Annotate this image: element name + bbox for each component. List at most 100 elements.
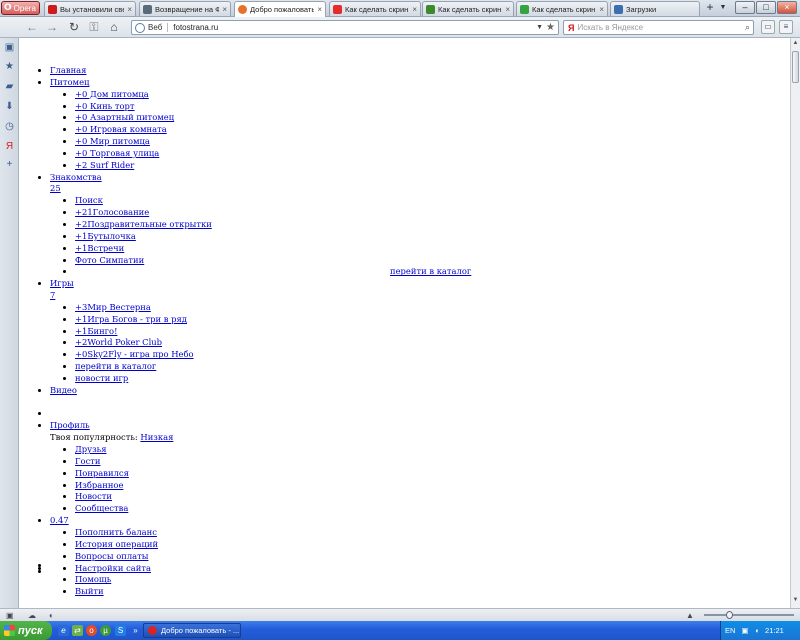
menu-link-video[interactable]: Видео bbox=[50, 385, 77, 395]
pet-link[interactable]: +0 Мир питомца bbox=[75, 136, 150, 146]
chevron-down-icon[interactable]: ▼ bbox=[536, 24, 543, 31]
quick-launch-more-icon[interactable]: » bbox=[130, 625, 141, 636]
balance-link[interactable]: История операций bbox=[75, 539, 158, 549]
tab-close-icon[interactable]: × bbox=[222, 5, 227, 14]
address-url[interactable]: fotostrana.ru bbox=[173, 23, 536, 32]
tab-6[interactable]: Как сделать скрин... × bbox=[516, 1, 608, 16]
pet-link[interactable]: +2 Surf Rider bbox=[75, 160, 134, 170]
search-icon[interactable]: ⌕ bbox=[745, 22, 750, 33]
search-field[interactable]: Я Искать в Яндексе ⌕ bbox=[563, 20, 754, 35]
profile-link[interactable]: Новости bbox=[75, 491, 112, 501]
address-field[interactable]: Веб fotostrana.ru ▼ ★ bbox=[131, 20, 559, 35]
tray-monitor-icon[interactable]: ▣ bbox=[741, 626, 748, 635]
logout-link[interactable]: Выйти bbox=[75, 586, 104, 596]
help-link[interactable]: Помощь bbox=[75, 574, 111, 584]
games-news-link[interactable]: новости игр bbox=[75, 373, 128, 383]
zoom-slider[interactable] bbox=[704, 611, 794, 619]
games-catalog-link[interactable]: перейти в каталог bbox=[75, 361, 156, 371]
menu-link-profile[interactable]: Профиль bbox=[50, 420, 90, 430]
tab-5[interactable]: Как сделать скрин... × bbox=[422, 1, 514, 16]
tab-close-icon[interactable]: × bbox=[505, 5, 510, 14]
dating-link[interactable]: Поиск bbox=[75, 195, 103, 205]
opera-icon[interactable]: o bbox=[86, 625, 97, 636]
bookmarks-star-icon[interactable]: ★ bbox=[4, 61, 15, 72]
opera-menu-button[interactable]: O Opera bbox=[1, 1, 40, 15]
add-panel-icon[interactable]: + bbox=[4, 159, 15, 170]
game-link[interactable]: +1Бинго! bbox=[75, 326, 117, 336]
menu-link-games[interactable]: Игры bbox=[50, 278, 74, 288]
dating-link[interactable]: +2Поздравительные открытки bbox=[75, 219, 212, 229]
tab-4[interactable]: Как сделать скрин... × bbox=[329, 1, 421, 16]
tab-7[interactable]: Загрузки bbox=[610, 1, 700, 16]
bookmark-star-icon[interactable]: ★ bbox=[546, 22, 555, 33]
start-button[interactable]: пуск bbox=[0, 621, 52, 640]
pet-link[interactable]: +0 Азартный питомец bbox=[75, 112, 174, 122]
minimize-button[interactable]: – bbox=[735, 1, 755, 14]
game-link[interactable]: +1Игра Богов - три в ряд bbox=[75, 314, 187, 324]
close-window-button[interactable]: × bbox=[777, 1, 797, 14]
tab-1[interactable]: Вы установили све... × bbox=[44, 1, 136, 16]
reload-icon[interactable]: ↻ bbox=[66, 20, 82, 35]
balance-link[interactable]: Пополнить баланс bbox=[75, 527, 157, 537]
history-clock-icon[interactable]: ◷ bbox=[4, 121, 15, 132]
panel-toggle-icon[interactable]: ▣ bbox=[6, 610, 14, 621]
yandex-icon[interactable]: Я bbox=[568, 23, 574, 33]
game-link[interactable]: +3Мир Вестерна bbox=[75, 302, 151, 312]
scroll-down-arrow-icon[interactable]: ▼ bbox=[791, 597, 800, 606]
speed-dial-icon[interactable]: ≡ bbox=[779, 20, 793, 34]
menu-link-home[interactable]: Главная bbox=[50, 65, 86, 75]
back-arrow-icon[interactable]: ← bbox=[24, 20, 40, 35]
cloud-icon[interactable]: ☁ bbox=[28, 610, 36, 621]
turbo-icon[interactable]: ◐ bbox=[49, 610, 54, 621]
yandex-icon[interactable]: Я bbox=[4, 141, 15, 152]
popularity-value-link[interactable]: Низкая bbox=[140, 432, 173, 442]
profile-link[interactable]: Сообщества bbox=[75, 503, 128, 513]
dating-count[interactable]: 25 bbox=[50, 183, 61, 193]
dating-link[interactable]: +1Встречи bbox=[75, 243, 124, 253]
page-icon[interactable]: ▭ bbox=[761, 20, 775, 34]
dating-link[interactable]: Фото Симпатии bbox=[75, 255, 144, 265]
games-count[interactable]: 7 bbox=[50, 290, 55, 300]
game-link[interactable]: +0Sky2Fly - игра про Небо bbox=[75, 349, 194, 359]
utorrent-icon[interactable]: µ bbox=[100, 625, 111, 636]
dating-catalog-link[interactable]: перейти в каталог bbox=[390, 266, 471, 278]
tab-3-active[interactable]: Добро пожаловать × bbox=[234, 1, 326, 17]
key-icon[interactable]: ⚿ bbox=[86, 20, 102, 35]
profile-link[interactable]: Понравился bbox=[75, 468, 129, 478]
menu-link-balance[interactable]: 0.47 bbox=[50, 515, 69, 525]
home-icon[interactable]: ⌂ bbox=[106, 20, 122, 35]
dating-link[interactable]: +21Голосование bbox=[75, 207, 149, 217]
profile-link[interactable]: Избранное bbox=[75, 480, 123, 490]
pet-link[interactable]: +0 Торговая улица bbox=[75, 148, 159, 158]
tab-close-icon[interactable]: × bbox=[127, 5, 132, 14]
pet-link[interactable]: +0 Кинь торт bbox=[75, 101, 135, 111]
notes-icon[interactable]: ▰ bbox=[4, 81, 15, 92]
tab-close-icon[interactable]: × bbox=[317, 5, 322, 14]
zoom-slider-knob[interactable] bbox=[726, 611, 733, 619]
panel-toggle-icon[interactable]: ▣ bbox=[4, 42, 15, 53]
new-tab-button[interactable]: + bbox=[703, 1, 717, 15]
language-indicator[interactable]: EN bbox=[725, 626, 735, 635]
skype-icon[interactable]: S bbox=[115, 625, 126, 636]
quick-launch-icon[interactable]: ⇄ bbox=[72, 625, 83, 636]
tray-volume-icon[interactable]: ◖ bbox=[755, 626, 760, 635]
maximize-button[interactable]: □ bbox=[756, 1, 776, 14]
menu-link-dating[interactable]: Знакомства bbox=[50, 172, 102, 182]
taskbar-window-button[interactable]: Добро пожаловать - ... bbox=[143, 623, 241, 638]
tab-2[interactable]: Возвращение на Ф... × bbox=[139, 1, 231, 16]
vertical-scrollbar[interactable]: ▲ ▼ bbox=[790, 38, 800, 608]
settings-link[interactable]: Настройки сайта bbox=[75, 563, 151, 573]
tab-close-icon[interactable]: × bbox=[412, 5, 417, 14]
ie-icon[interactable]: e bbox=[58, 625, 69, 636]
pet-link[interactable]: +0 Дом питомца bbox=[75, 89, 149, 99]
scroll-up-arrow-icon[interactable]: ▲ bbox=[791, 40, 800, 49]
game-link[interactable]: +2World Poker Club bbox=[75, 337, 162, 347]
balance-link[interactable]: Вопросы оплаты bbox=[75, 551, 148, 561]
tab-close-icon[interactable]: × bbox=[599, 5, 604, 14]
dating-link[interactable]: +1Бутылочка bbox=[75, 231, 136, 241]
forward-arrow-icon[interactable]: → bbox=[44, 20, 60, 35]
menu-link-pet[interactable]: Питомец bbox=[50, 77, 89, 87]
scroll-thumb[interactable] bbox=[792, 51, 799, 83]
downloads-icon[interactable]: ⬇ bbox=[4, 101, 15, 112]
zoom-menu-chevron-up-icon[interactable]: ▲ bbox=[686, 610, 694, 621]
